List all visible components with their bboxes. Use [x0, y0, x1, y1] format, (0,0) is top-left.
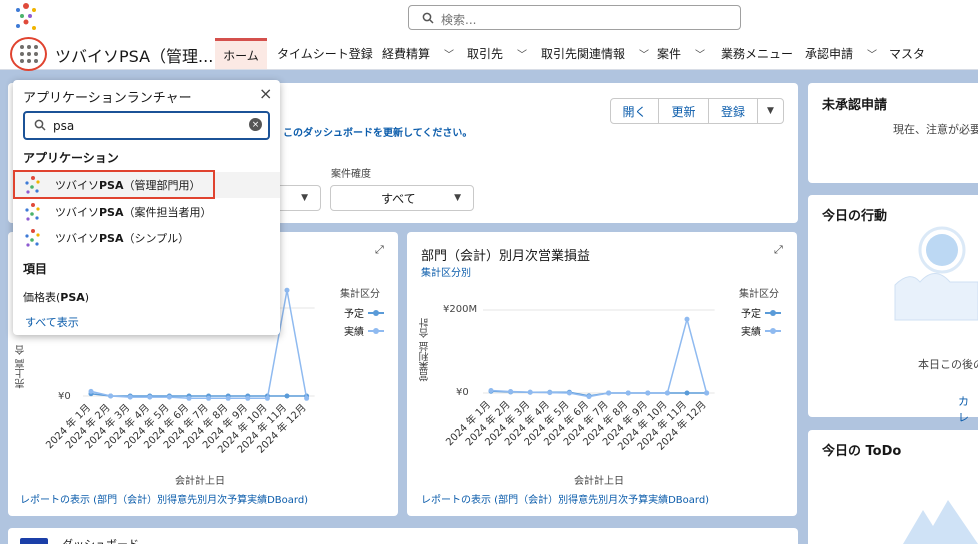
data-point[interactable] — [664, 390, 670, 396]
today-action-title: 今日の行動 — [822, 209, 888, 224]
caret-down-icon: ▼ — [454, 193, 461, 203]
launcher-search-input[interactable]: psa × — [23, 111, 270, 140]
search-icon — [34, 119, 46, 134]
tab-business-menu[interactable]: 業務メニュー — [721, 38, 793, 69]
data-point[interactable] — [547, 390, 553, 396]
data-point[interactable] — [508, 389, 514, 395]
series-line-0 — [90, 392, 307, 397]
pending-approvals-text: 現在、注意が必要 — [893, 123, 978, 136]
data-point[interactable] — [586, 394, 592, 400]
dashboard-icon — [20, 538, 48, 544]
data-point[interactable] — [264, 395, 270, 401]
tab-approvals[interactable]: 承認申請 ﹀ — [805, 38, 877, 69]
pending-approvals-title: 未承認申請 — [822, 98, 888, 113]
data-point[interactable] — [304, 395, 310, 401]
chevron-down-icon[interactable]: ﹀ — [695, 46, 705, 61]
section-heading-apps: アプリケーション — [23, 151, 119, 165]
search-placeholder: 検索... — [441, 13, 477, 27]
chevron-down-icon[interactable]: ﹀ — [867, 46, 877, 61]
data-point[interactable] — [566, 390, 572, 396]
refresh-notice: このダッシュボードを更新してください。 — [283, 128, 473, 139]
close-icon[interactable]: × — [259, 84, 272, 103]
report-link-right[interactable]: レポートの表示 (部門（会計）別得意先別月次予算実績DBoard) — [421, 491, 709, 506]
register-button[interactable]: 登録 — [708, 98, 758, 124]
data-point[interactable] — [527, 389, 533, 395]
more-actions-button[interactable]: ▼ — [757, 98, 784, 124]
open-button[interactable]: 開く — [610, 98, 659, 124]
x-axis-label: 会計計上日 — [175, 476, 225, 487]
data-point[interactable] — [606, 390, 612, 396]
clear-icon[interactable]: × — [249, 118, 262, 131]
tab-timesheet[interactable]: タイムシート登録 — [277, 38, 373, 69]
today-action-text: 本日この後の — [918, 358, 978, 371]
org-logo — [12, 2, 40, 34]
chevron-down-icon[interactable]: ﹀ — [639, 46, 649, 61]
launcher-title: アプリケーションランチャー — [23, 91, 192, 106]
data-point[interactable] — [645, 390, 651, 396]
tab-account-related[interactable]: 取引先関連情報 ﹀ — [541, 38, 649, 69]
calendar-illustration — [894, 226, 978, 321]
right-line-chart: 2024 年 1月2024 年 2月2024 年 3月2024 年 4月2024… — [443, 309, 715, 453]
section-heading-items: 項目 — [23, 262, 48, 276]
app-launcher-button[interactable] — [10, 37, 47, 71]
report-link-left[interactable]: レポートの表示 (部門（会計）別得意先別月次予算実績DBoard) — [20, 491, 308, 506]
data-point[interactable] — [684, 316, 690, 322]
data-point[interactable] — [488, 387, 494, 393]
todo-illustration — [903, 500, 978, 544]
tab-home[interactable]: ホーム — [215, 38, 267, 69]
data-point[interactable] — [704, 390, 710, 396]
item-price-list[interactable]: 価格表(PSA) — [23, 289, 89, 305]
tab-master[interactable]: マスタ — [889, 38, 925, 69]
caret-down-icon: ▼ — [301, 193, 308, 203]
data-point[interactable] — [684, 390, 690, 396]
caret-down-icon: ▼ — [767, 106, 774, 116]
series-line-1 — [490, 316, 708, 398]
bottom-card-title: ダッシュボード — [62, 536, 139, 544]
x-axis-label: 会計計上日 — [574, 476, 624, 487]
data-point[interactable] — [166, 394, 172, 400]
filter-label: 案件確度 — [331, 169, 371, 180]
app-item-label: ツバイソPSA（シンプル） — [55, 232, 190, 245]
data-point[interactable] — [245, 395, 251, 401]
todo-title: 今日の ToDo — [822, 444, 902, 459]
app-name: ツバイソPSA（管理... — [55, 47, 214, 66]
tab-projects[interactable]: 案件 ﹀ — [657, 38, 705, 69]
data-point[interactable] — [127, 394, 133, 400]
app-item-project[interactable]: ツバイソPSA（案件担当者用） — [13, 199, 280, 225]
app-launcher-panel: アプリケーションランチャー × psa × アプリケーション ツバイソPSA（管… — [13, 80, 280, 335]
chevron-down-icon[interactable]: ﹀ — [444, 46, 454, 61]
app-logo-icon — [25, 203, 40, 221]
tab-accounts[interactable]: 取引先 ﹀ — [467, 38, 527, 69]
data-point[interactable] — [625, 390, 631, 396]
data-point[interactable] — [284, 393, 290, 399]
chevron-down-icon[interactable]: ﹀ — [517, 46, 527, 61]
highlight-box — [13, 170, 215, 199]
data-point[interactable] — [88, 388, 94, 394]
tab-expense[interactable]: 経費精算 ﹀ — [382, 38, 454, 69]
app-item-label: ツバイソPSA（案件担当者用） — [55, 206, 212, 219]
search-icon — [422, 12, 434, 27]
app-logo-icon — [25, 229, 40, 247]
launcher-search-value: psa — [53, 119, 75, 133]
data-point[interactable] — [186, 395, 192, 401]
data-point[interactable] — [108, 393, 114, 399]
data-point[interactable] — [206, 395, 212, 401]
global-search[interactable]: 検索... — [408, 5, 741, 30]
data-point[interactable] — [284, 287, 290, 293]
app-item-simple[interactable]: ツバイソPSA（シンプル） — [13, 225, 280, 251]
refresh-button[interactable]: 更新 — [658, 98, 709, 124]
data-point[interactable] — [147, 394, 153, 400]
data-point[interactable] — [225, 395, 231, 401]
show-all-link[interactable]: すべて表示 — [25, 314, 79, 330]
project-certainty-select[interactable]: すべて ▼ — [330, 185, 474, 211]
calendar-link[interactable]: カレ — [958, 393, 978, 425]
waffle-icon — [19, 45, 38, 63]
